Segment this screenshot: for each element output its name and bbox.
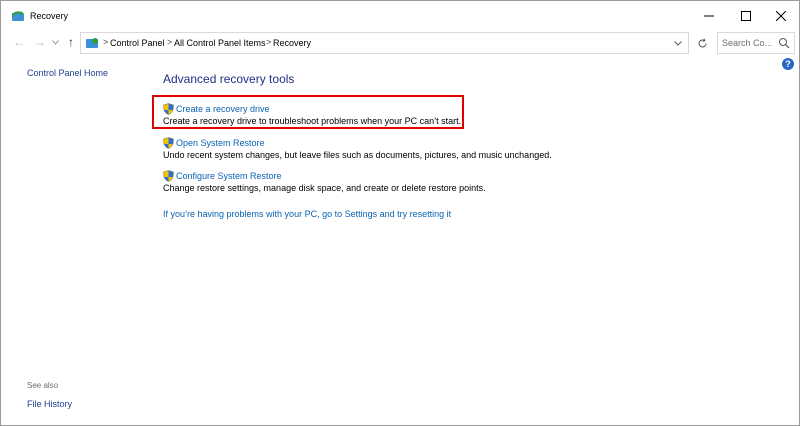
up-button[interactable]: ↑	[63, 34, 79, 50]
search-icon	[779, 38, 790, 49]
arrow-up-icon: ↑	[68, 35, 74, 49]
page-title: Advanced recovery tools	[163, 72, 295, 86]
breadcrumb-recovery[interactable]: Recovery	[273, 38, 311, 48]
title-bar[interactable]: Recovery	[1, 1, 799, 31]
help-icon[interactable]: ?	[782, 58, 794, 70]
recovery-window: Recovery ← → ↑ > Control Panel > All Con…	[0, 0, 800, 426]
search-input[interactable]	[722, 36, 772, 50]
address-dropdown-button[interactable]	[672, 37, 684, 49]
forward-button[interactable]: →	[32, 34, 48, 50]
reset-pc-link[interactable]: If you’re having problems with your PC, …	[163, 209, 451, 219]
refresh-button[interactable]	[691, 32, 713, 54]
breadcrumb-control-panel[interactable]: Control Panel	[110, 38, 165, 48]
highlight-box	[152, 95, 464, 129]
chevron-down-icon	[674, 40, 682, 46]
window-title: Recovery	[30, 11, 69, 21]
address-bar[interactable]: > Control Panel > All Control Panel Item…	[80, 32, 689, 54]
shield-icon	[163, 170, 174, 182]
see-also-label: See also	[27, 381, 59, 390]
arrow-right-icon: →	[34, 35, 46, 49]
back-button[interactable]: ←	[11, 34, 27, 50]
chevron-down-icon	[51, 39, 59, 45]
breadcrumb-separator: >	[167, 37, 173, 47]
minimize-icon	[704, 15, 714, 17]
shield-icon	[163, 137, 174, 149]
configure-system-restore-link[interactable]: Configure System Restore	[176, 171, 282, 181]
close-button[interactable]	[759, 1, 800, 31]
recent-locations-button[interactable]	[50, 34, 60, 50]
close-icon	[776, 11, 786, 21]
open-system-restore-link[interactable]: Open System Restore	[176, 138, 265, 148]
search-box[interactable]	[717, 32, 795, 54]
breadcrumb-separator: >	[103, 37, 109, 47]
task-description: Change restore settings, manage disk spa…	[163, 183, 486, 193]
file-history-link[interactable]: File History	[27, 399, 72, 409]
breadcrumb-all-items[interactable]: All Control Panel Items	[174, 38, 266, 48]
task-description: Undo recent system changes, but leave fi…	[163, 150, 552, 160]
recovery-icon	[11, 11, 24, 21]
refresh-icon	[698, 38, 706, 47]
breadcrumb-separator: >	[266, 37, 272, 47]
maximize-icon	[741, 11, 751, 21]
control-panel-icon	[86, 38, 98, 48]
arrow-left-icon: ←	[13, 35, 25, 49]
control-panel-home-link[interactable]: Control Panel Home	[27, 68, 108, 78]
